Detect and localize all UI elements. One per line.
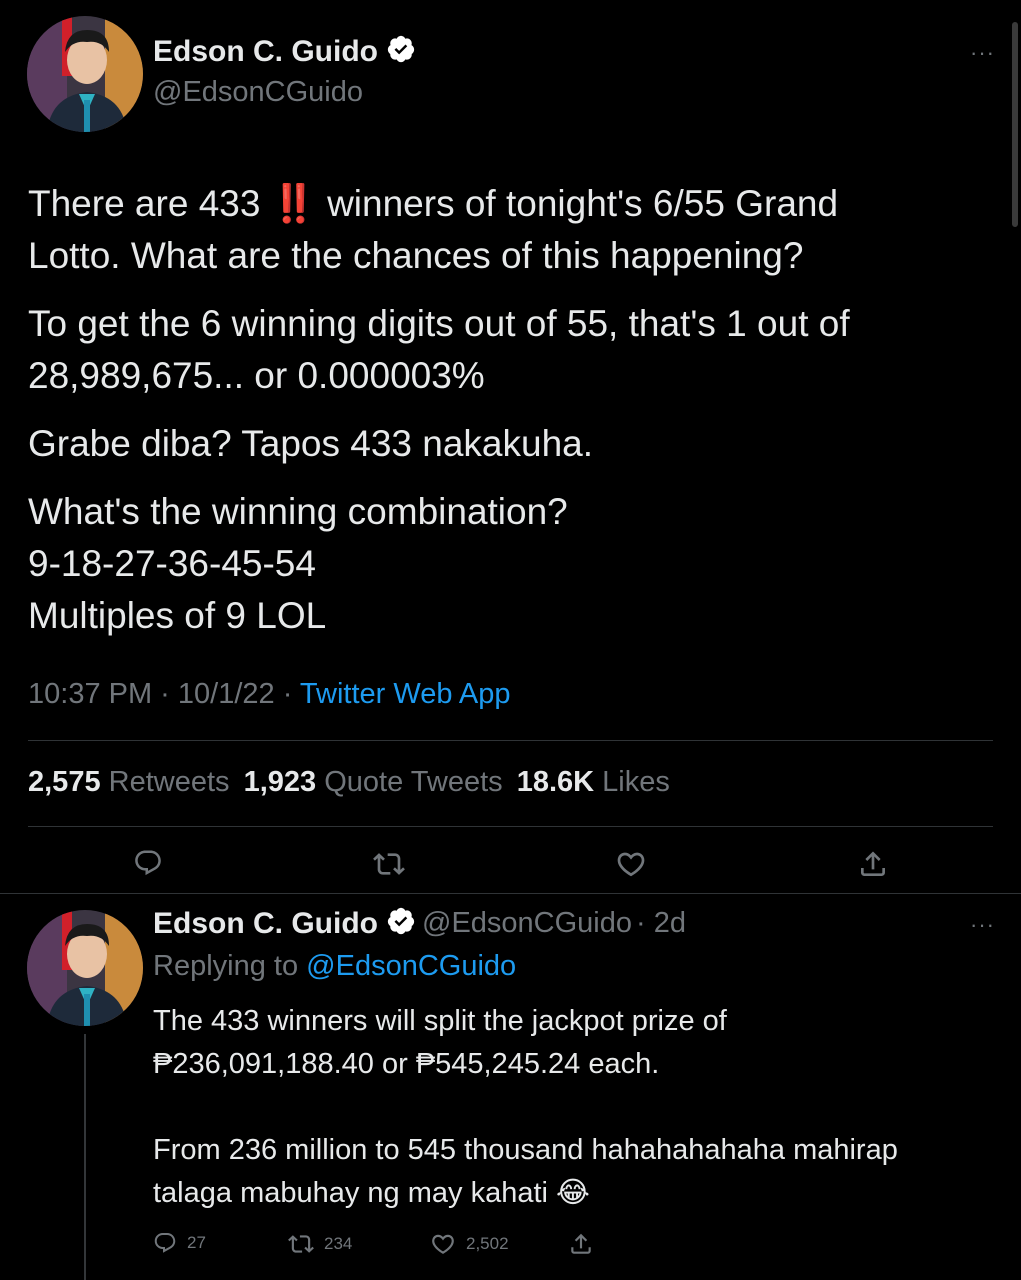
tweet-timestamp[interactable]: 10:37 PM · 10/1/22 · [28, 678, 300, 710]
like-icon [432, 1234, 454, 1254]
more-icon[interactable]: ··· [970, 40, 995, 66]
reply-line-4-text: talaga mabuhay ng may kahati [153, 1177, 548, 1209]
share-icon [861, 851, 885, 876]
share-icon [571, 1233, 591, 1254]
author-name[interactable]: Edson C. Guido [153, 35, 378, 69]
share-button[interactable] [857, 848, 889, 885]
retweet-icon [373, 853, 405, 875]
tweet-line-2: Lotto. What are the chances of this happ… [28, 235, 804, 276]
retweet-icon [288, 1235, 314, 1253]
tweet-line-1-start: There are 433 [28, 183, 261, 224]
reply-icon [154, 1233, 176, 1253]
tweet-line-1-end: winners of tonight's 6/55 Grand [327, 183, 839, 224]
tweet-para-2-line-1: To get the 6 winning digits out of 55, t… [28, 303, 850, 344]
red-double-exclamation-icon: ‼️ [270, 183, 317, 224]
scrollbar-thumb[interactable] [1012, 22, 1018, 227]
reply-author-name[interactable]: Edson C. Guido [153, 907, 378, 941]
tweet-source-link[interactable]: Twitter Web App [300, 678, 511, 710]
reply-line-1: The 433 winners will split the jackpot p… [153, 1005, 727, 1037]
tweet-text: There are 433 ‼️ winners of tonight's 6/… [28, 178, 988, 642]
reply-icon [135, 850, 161, 876]
likes-count: 18.6K [516, 766, 595, 798]
reply-author-avatar[interactable] [27, 910, 143, 1026]
quotes-count: 1,923 [243, 766, 317, 798]
likes-label: Likes [602, 766, 670, 798]
retweet-button[interactable] [373, 848, 405, 885]
reply-line-2: ₱236,091,188.40 or ₱545,245.24 each. [153, 1048, 660, 1080]
replying-to: Replying to @EdsonCGuido [153, 950, 516, 983]
verified-badge-icon [386, 34, 416, 69]
author-block[interactable]: Edson C. Guido [153, 34, 416, 69]
reply-like-button[interactable]: 2,502 [430, 1231, 509, 1257]
reply-retweet-button[interactable]: 234 [288, 1231, 352, 1257]
reply-more-icon[interactable]: ··· [970, 912, 995, 938]
tweet-line-1: There are 433 ‼️ winners of tonight's 6/… [28, 178, 988, 230]
tweet-para-3: Grabe diba? Tapos 433 nakakuha. [28, 423, 594, 464]
quotes-label: Quote Tweets [324, 766, 503, 798]
replying-to-handle[interactable]: @EdsonCGuido [306, 950, 516, 982]
retweets-count: 2,575 [28, 766, 101, 798]
verified-badge-icon [386, 906, 416, 941]
tweet-separator [0, 893, 1021, 894]
like-icon [617, 852, 645, 877]
retweet-count: 234 [324, 1234, 353, 1253]
reply-age[interactable]: · 2d [636, 907, 686, 940]
reply-author-handle[interactable]: @EdsonCGuido [422, 907, 632, 940]
replying-to-prefix: Replying to [153, 950, 299, 982]
reply-avatar-image [27, 910, 143, 1026]
reply-count: 27 [187, 1233, 206, 1252]
divider-bottom [28, 826, 993, 827]
likes-stat[interactable]: 18.6K Likes [517, 766, 670, 798]
divider-top [28, 740, 993, 741]
laughing-emoji-icon: 😂 [556, 1177, 590, 1209]
reply-reply-button[interactable]: 27 [153, 1231, 206, 1255]
like-count: 2,502 [466, 1234, 509, 1253]
thread-line [84, 1034, 86, 1280]
author-handle[interactable]: @EdsonCGuido [153, 76, 363, 109]
retweets-stat[interactable]: 2,575 Retweets [28, 766, 230, 798]
tweet-stats: 2,575 Retweets 1,923 Quote Tweets 18.6K … [28, 766, 670, 799]
like-button[interactable] [615, 848, 647, 885]
tweet-para-4-line-1: What's the winning combination? [28, 491, 568, 532]
avatar-image [27, 16, 143, 132]
reply-button[interactable] [133, 848, 163, 883]
reply-text: The 433 winners will split the jackpot p… [153, 1000, 993, 1215]
reply-share-button[interactable] [568, 1231, 594, 1257]
reply-line-4: talaga mabuhay ng may kahati 😂 [153, 1172, 993, 1215]
author-avatar[interactable] [27, 16, 143, 132]
tweet-para-4-line-2: 9-18-27-36-45-54 [28, 543, 316, 584]
tweet-para-2-line-2: 28,989,675... or 0.000003% [28, 355, 485, 396]
tweet-meta: 10:37 PM · 10/1/22 · Twitter Web App [28, 678, 511, 711]
retweets-label: Retweets [108, 766, 230, 798]
reply-line-3: From 236 million to 545 thousand hahahah… [153, 1134, 898, 1166]
tweet-para-4-line-3: Multiples of 9 LOL [28, 595, 327, 636]
quotes-stat[interactable]: 1,923 Quote Tweets [244, 766, 503, 798]
reply-header: Edson C. Guido @EdsonCGuido · 2d [153, 906, 686, 941]
